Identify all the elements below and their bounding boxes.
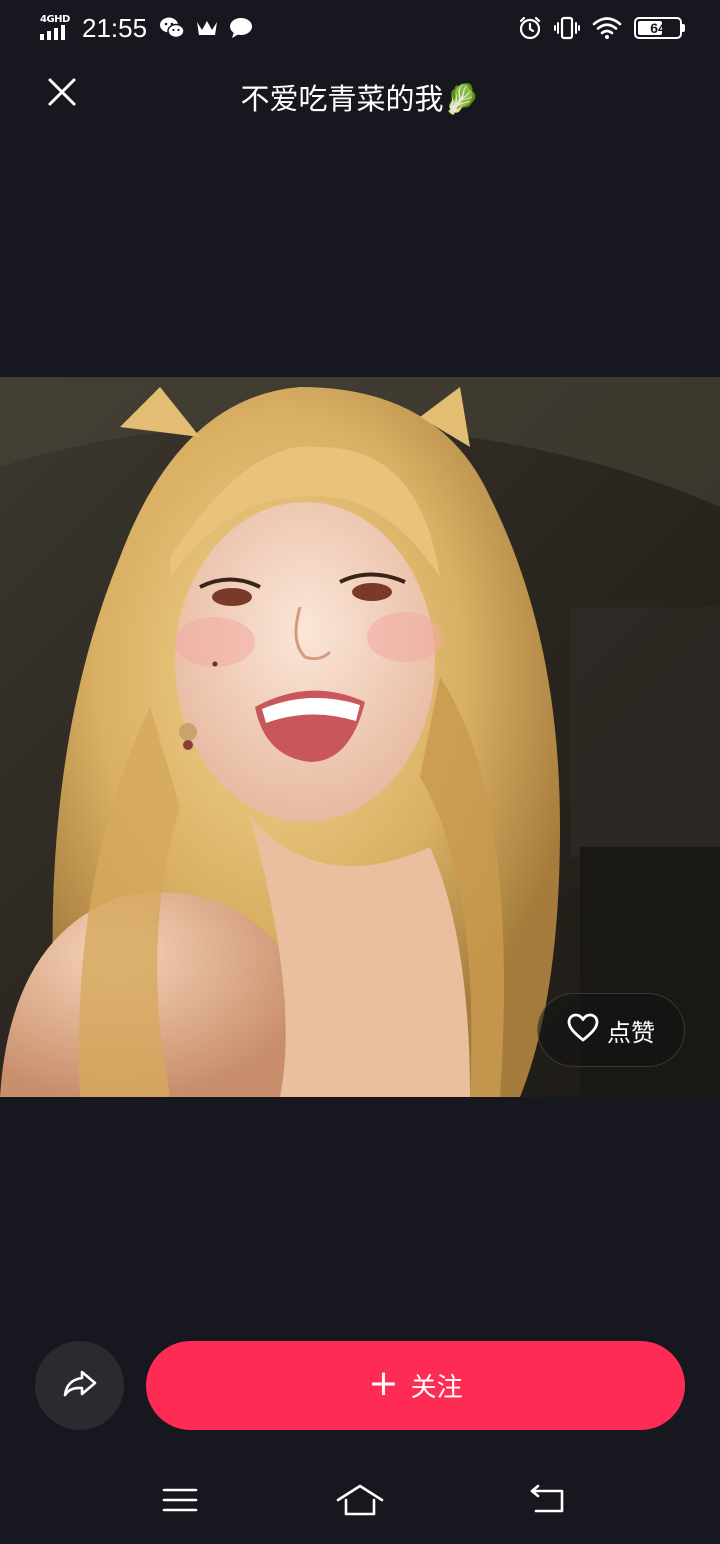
menu-button[interactable]	[150, 1480, 210, 1524]
chat-bubble-icon	[229, 17, 253, 39]
back-button[interactable]	[518, 1480, 578, 1524]
page-title: 不爱吃青菜的我🥬	[240, 82, 480, 116]
wifi-icon	[592, 16, 622, 40]
share-arrow-icon	[62, 1369, 98, 1403]
follow-button[interactable]: + 关注	[146, 1341, 685, 1430]
signal-indicator: 4GHD	[40, 14, 72, 42]
heart-icon	[567, 1013, 599, 1047]
portrait-photo[interactable]	[0, 377, 720, 1097]
home-icon	[335, 1482, 385, 1522]
vibrate-icon	[554, 15, 580, 41]
home-button[interactable]	[330, 1480, 390, 1524]
alarm-icon	[518, 16, 542, 40]
crown-icon	[195, 18, 219, 38]
network-type: 4GHD	[40, 14, 70, 25]
like-button[interactable]: 点赞	[537, 993, 685, 1067]
like-label: 点赞	[607, 1018, 655, 1047]
status-right: 64	[518, 12, 685, 44]
portrait-image	[0, 377, 720, 1097]
menu-icon	[162, 1485, 198, 1519]
share-button[interactable]	[35, 1341, 124, 1430]
back-icon	[528, 1484, 568, 1520]
follow-label: 关注	[410, 1373, 463, 1403]
battery-indicator: 64	[634, 17, 685, 39]
battery-level: 64	[650, 20, 666, 36]
wechat-icon	[159, 16, 185, 40]
clock: 21:55	[82, 12, 148, 43]
signal-bars-icon	[40, 25, 65, 40]
system-nav-bar	[0, 1470, 720, 1534]
header: 不爱吃青菜的我🥬	[0, 62, 720, 126]
status-bar: 4GHD 21:55 64	[0, 0, 720, 56]
plus-icon: +	[368, 1362, 399, 1404]
status-left: 4GHD 21:55	[40, 12, 253, 44]
